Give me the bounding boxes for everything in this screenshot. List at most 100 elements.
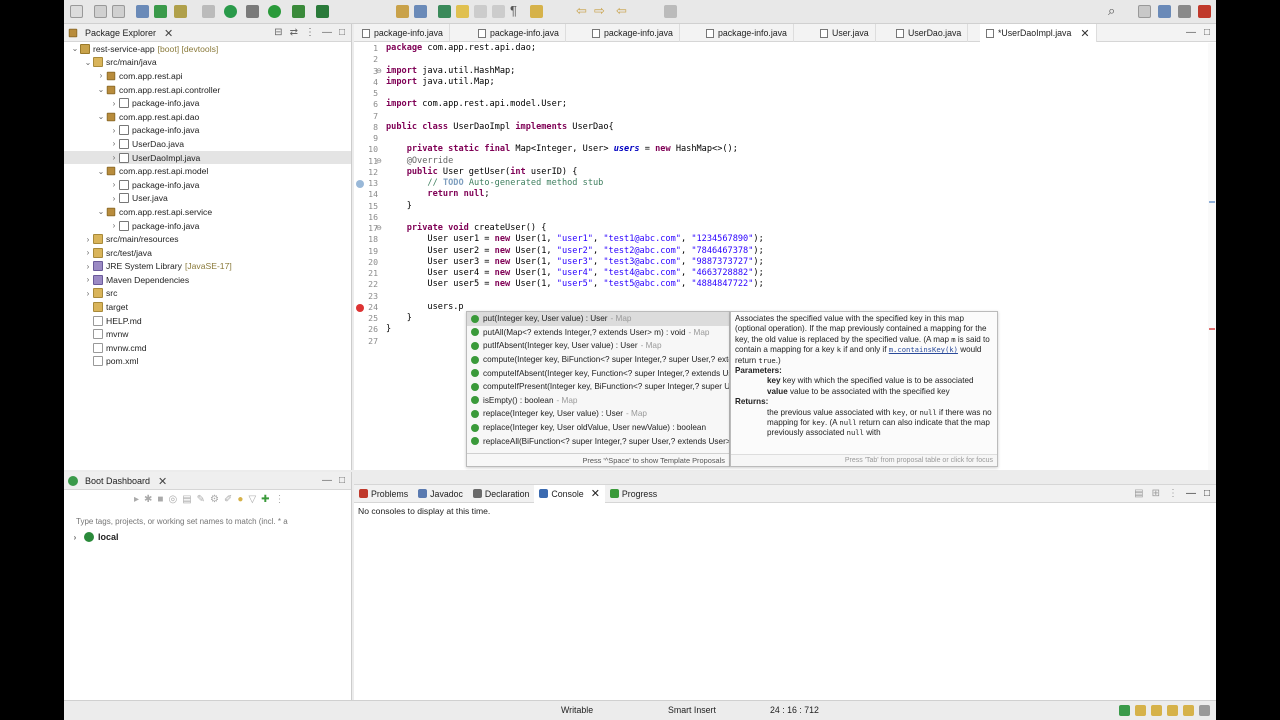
tree-item[interactable]: › src/main/resources — [64, 232, 351, 246]
properties-icon[interactable]: ✎ — [197, 494, 205, 505]
tree-item[interactable]: ⌄ com.app.rest.api.dao — [64, 110, 351, 124]
minimize-icon[interactable]: — — [322, 475, 332, 486]
tree-item[interactable]: › com.app.rest.api — [64, 69, 351, 83]
new-icon[interactable] — [70, 5, 83, 18]
editor-tab[interactable]: package-info.java — [700, 24, 794, 42]
next-annotation-icon[interactable] — [530, 5, 543, 18]
tree-item[interactable]: › package-info.java — [64, 124, 351, 138]
new-java-class-icon[interactable] — [438, 5, 451, 18]
chevron-down-icon[interactable]: ⌄ — [96, 207, 106, 216]
proposal-item[interactable]: computeIfAbsent(Integer key, Function<? … — [467, 366, 729, 380]
run-icon[interactable] — [268, 5, 281, 18]
proposal-item[interactable]: replaceAll(BiFunction<? super Integer,? … — [467, 434, 729, 448]
new-console-icon[interactable]: ⊞ — [1152, 488, 1160, 499]
chevron-right-icon[interactable]: › — [83, 275, 93, 284]
error-marker-icon[interactable] — [356, 303, 364, 312]
tree-item[interactable]: › User.java — [64, 192, 351, 206]
chevron-down-icon[interactable]: ⌄ — [96, 167, 106, 176]
progress-icon[interactable] — [1199, 705, 1210, 716]
tree-item[interactable]: › Maven Dependencies — [64, 273, 351, 287]
fold-toggle-icon[interactable]: ⊖ — [376, 157, 382, 165]
proposal-item[interactable]: replace(Integer key, User oldValue, User… — [467, 421, 729, 435]
code-line[interactable]: import java.util.Map; — [386, 77, 1202, 88]
git-perspective-icon[interactable] — [1198, 5, 1211, 18]
tree-item[interactable]: › src — [64, 287, 351, 301]
tree-item[interactable]: ⌄ rest-service-app [boot] [devtools] — [64, 42, 351, 56]
open-type-icon[interactable] — [396, 5, 409, 18]
code-line[interactable] — [386, 133, 1202, 144]
open-task-icon[interactable] — [414, 5, 427, 18]
search-icon[interactable]: ⌕ — [1108, 3, 1115, 19]
start-icon[interactable]: ▸ — [134, 494, 139, 505]
code-line[interactable]: import java.util.HashMap; — [386, 66, 1202, 77]
filter-icon[interactable]: ▽ — [248, 494, 256, 505]
notification-icon[interactable] — [1135, 705, 1146, 716]
overview-ruler[interactable] — [1208, 43, 1216, 470]
chevron-right-icon[interactable]: › — [83, 248, 93, 257]
tips-icon[interactable] — [1183, 705, 1194, 716]
spring-icon[interactable] — [1119, 705, 1130, 716]
add-icon[interactable]: ✚ — [261, 494, 269, 505]
coverage-icon[interactable] — [292, 5, 305, 18]
fold-toggle-icon[interactable]: ⊖ — [376, 224, 382, 232]
editor-tab[interactable]: User.java — [814, 24, 876, 42]
code-line[interactable]: User user5 = new User(1, "user5", "test5… — [386, 279, 1202, 290]
boot-icon[interactable] — [154, 5, 167, 18]
chevron-right-icon[interactable]: › — [109, 99, 119, 108]
tree-item[interactable]: ⌄ src/main/java — [64, 56, 351, 70]
pin-editor-icon[interactable]: ⇦ — [616, 3, 627, 19]
console-icon[interactable]: ▤ — [182, 494, 191, 505]
link-with-editor-icon[interactable]: ⇄ — [290, 27, 298, 38]
chevron-right-icon[interactable]: › — [83, 262, 93, 271]
lightbulb-icon[interactable]: ● — [237, 494, 243, 505]
view-menu-icon[interactable]: ⋮ — [305, 27, 315, 38]
status-cursor-position[interactable]: 24 : 16 : 712 — [770, 705, 819, 715]
maximize-icon[interactable]: □ — [1204, 27, 1210, 38]
tab-package-explorer[interactable]: Package Explorer ✕ — [68, 26, 173, 40]
build-icon[interactable] — [174, 5, 187, 18]
tree-item[interactable]: HELP.md — [64, 314, 351, 328]
close-icon[interactable]: ✕ — [164, 27, 173, 40]
tree-item[interactable]: mvnw — [64, 327, 351, 341]
editor-tab[interactable]: UserDao.java — [890, 24, 969, 42]
proposal-item[interactable]: putAll(Map<? extends Integer,? extends U… — [467, 326, 729, 340]
view-menu-icon[interactable]: ⋮ — [275, 494, 285, 505]
tree-item[interactable]: ⌄ com.app.rest.api.service — [64, 205, 351, 219]
terminal-icon[interactable] — [136, 5, 149, 18]
code-line[interactable] — [386, 88, 1202, 99]
tree-item[interactable]: ⌄ com.app.rest.api.controller — [64, 83, 351, 97]
tree-item[interactable]: › JRE System Library [JavaSE-17] — [64, 260, 351, 274]
proposal-item[interactable]: computeIfPresent(Integer key, BiFunction… — [467, 380, 729, 394]
close-icon[interactable]: ✕ — [1080, 27, 1089, 40]
editor-tab[interactable]: package-info.java — [472, 24, 566, 42]
code-line[interactable]: User user3 = new User(1, "user3", "test3… — [386, 257, 1202, 268]
overview-error-marker[interactable] — [1209, 328, 1215, 330]
proposal-item[interactable]: isEmpty() : boolean - Map — [467, 394, 729, 408]
java-perspective-icon[interactable] — [1138, 5, 1151, 18]
tree-item[interactable]: › UserDaoImpl.java — [64, 150, 351, 165]
code-line[interactable]: User user1 = new User(1, "user1", "test1… — [386, 234, 1202, 245]
chevron-right-icon[interactable]: › — [70, 533, 80, 542]
tree-item[interactable]: pom.xml — [64, 355, 351, 369]
bookmark-icon[interactable] — [1167, 705, 1178, 716]
open-perspective-icon[interactable] — [664, 5, 677, 18]
block-selection-icon[interactable] — [492, 5, 505, 18]
chevron-right-icon[interactable]: › — [109, 139, 119, 148]
code-line[interactable]: // TODO Auto-generated method stub — [386, 178, 1202, 189]
debug-icon[interactable]: ✱ — [144, 494, 152, 505]
tab-console[interactable]: Console ✕ — [534, 484, 605, 503]
status-insert-mode[interactable]: Smart Insert — [668, 705, 716, 715]
toggle-mark-occurrences-icon[interactable] — [474, 5, 487, 18]
boot-local-node[interactable]: › local — [70, 532, 119, 542]
chevron-right-icon[interactable]: › — [109, 153, 119, 162]
code-line[interactable] — [386, 291, 1202, 302]
tree-item[interactable]: › package-info.java — [64, 178, 351, 192]
skip-breakpoints-icon[interactable] — [202, 5, 215, 18]
tab-declaration[interactable]: Declaration — [468, 485, 535, 503]
debug-icon[interactable] — [246, 5, 259, 18]
chevron-right-icon[interactable]: › — [109, 126, 119, 135]
open-browser-icon[interactable]: ◎ — [168, 494, 177, 505]
code-line[interactable]: } — [386, 201, 1202, 212]
maximize-icon[interactable]: □ — [339, 27, 345, 38]
collapse-all-icon[interactable]: ⊟ — [274, 27, 282, 38]
